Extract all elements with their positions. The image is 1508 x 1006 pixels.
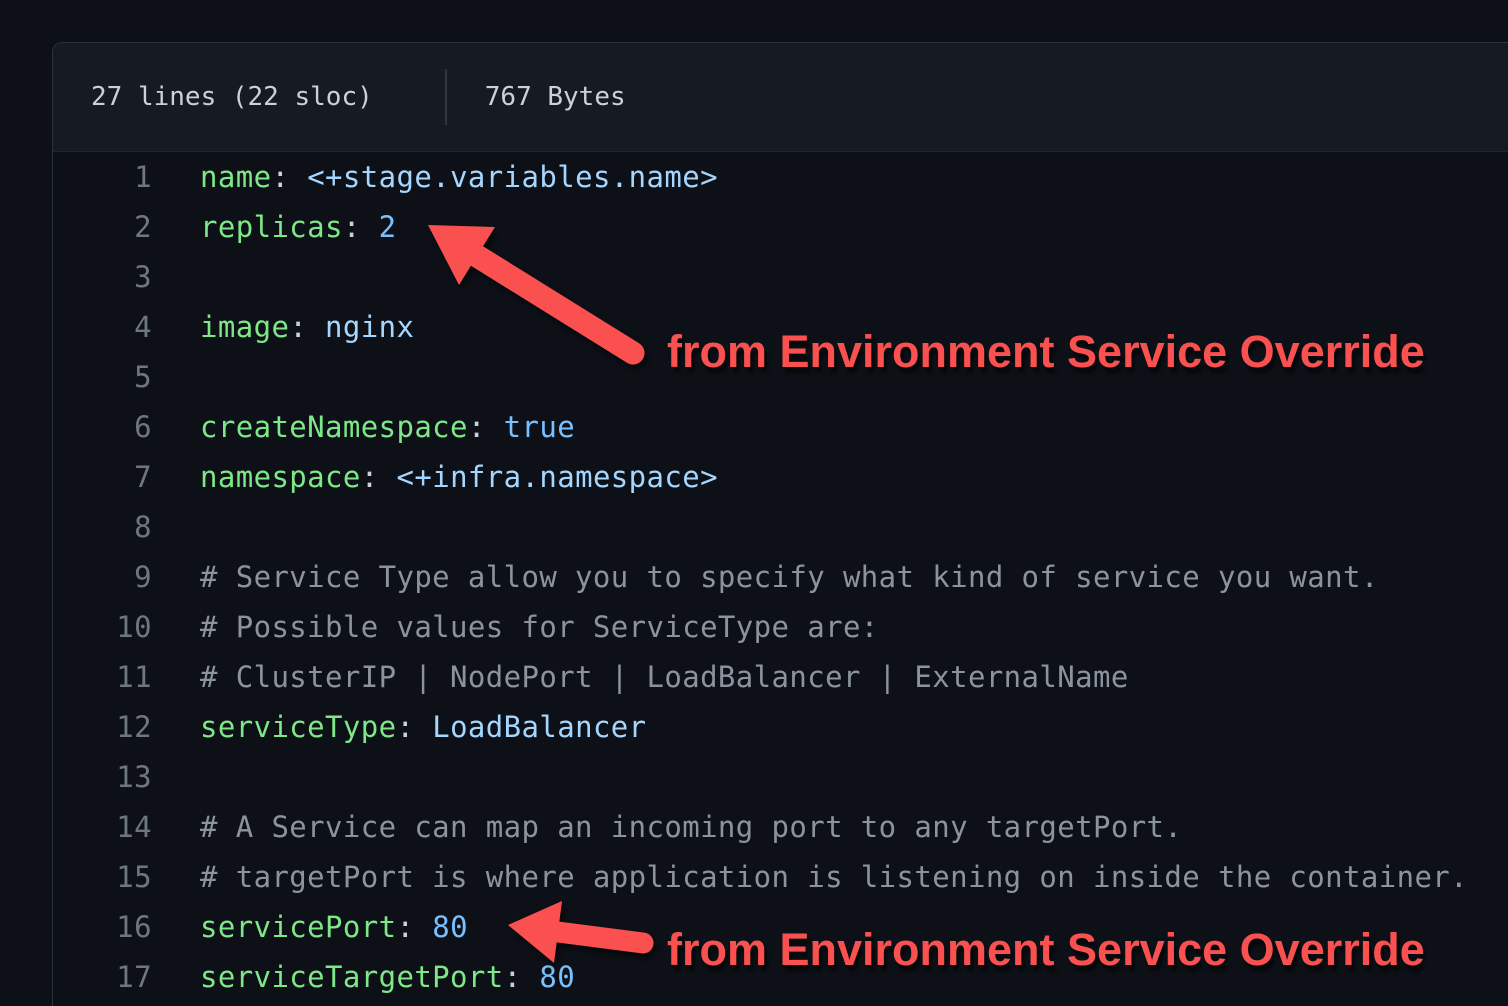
line-number[interactable]: 15 — [53, 860, 152, 894]
line-content: # targetPort is where application is lis… — [152, 860, 1468, 894]
token-const: 80 — [432, 910, 468, 944]
token-str: <+stage.variables.name> — [307, 160, 718, 194]
code-line: 11 # ClusterIP | NodePort | LoadBalancer … — [53, 652, 1508, 702]
token-punc: : — [396, 710, 432, 744]
line-number[interactable]: 1 — [53, 160, 152, 194]
token-punc: : — [396, 910, 432, 944]
line-number[interactable]: 7 — [53, 460, 152, 494]
code-area: 1name: <+stage.variables.name>2replicas:… — [53, 152, 1508, 1002]
token-key: namespace — [200, 460, 361, 494]
code-line: 8 — [53, 502, 1508, 552]
token-key: serviceTargetPort — [200, 960, 504, 994]
code-line: 15 # targetPort is where application is l… — [53, 852, 1508, 902]
token-punc: : — [343, 210, 379, 244]
token-key: servicePort — [200, 910, 396, 944]
github-file-view: 27 lines (22 sloc) 767 Bytes 1name: <+st… — [0, 0, 1508, 1006]
line-content: createNamespace: true — [152, 410, 575, 444]
token-key: serviceType — [200, 710, 396, 744]
line-number[interactable]: 16 — [53, 910, 152, 944]
annotation-text-replicas: from Environment Service Override — [667, 328, 1425, 376]
file-lines-info: 27 lines (22 sloc) — [91, 82, 373, 112]
line-content: serviceTargetPort: 80 — [152, 960, 575, 994]
code-line: 13 — [53, 752, 1508, 802]
code-line: 1name: <+stage.variables.name> — [53, 152, 1508, 202]
line-number[interactable]: 6 — [53, 410, 152, 444]
code-line: 12serviceType: LoadBalancer — [53, 702, 1508, 752]
code-line: 3 — [53, 252, 1508, 302]
line-content: namespace: <+infra.namespace> — [152, 460, 718, 494]
line-number[interactable]: 8 — [53, 510, 152, 544]
token-comment: # targetPort is where application is lis… — [200, 860, 1468, 894]
code-line: 6createNamespace: true — [53, 402, 1508, 452]
token-str: LoadBalancer — [432, 710, 646, 744]
file-size-info: 767 Bytes — [485, 82, 626, 112]
token-punc: : — [468, 410, 504, 444]
file-header: 27 lines (22 sloc) 767 Bytes — [53, 43, 1508, 152]
line-number[interactable]: 9 — [53, 560, 152, 594]
token-comment: # A Service can map an incoming port to … — [200, 810, 1182, 844]
line-content: # ClusterIP | NodePort | LoadBalancer | … — [152, 660, 1129, 694]
token-comment: # ClusterIP | NodePort | LoadBalancer | … — [200, 660, 1129, 694]
annotation-text-serviceport: from Environment Service Override — [667, 926, 1425, 974]
header-divider — [445, 69, 447, 125]
line-number[interactable]: 12 — [53, 710, 152, 744]
token-str: <+infra.namespace> — [396, 460, 717, 494]
token-comment: # Service Type allow you to specify what… — [200, 560, 1379, 594]
token-const: 80 — [539, 960, 575, 994]
file-box: 27 lines (22 sloc) 767 Bytes 1name: <+st… — [52, 42, 1508, 1006]
line-content: # Possible values for ServiceType are: — [152, 610, 879, 644]
line-content: image: nginx — [152, 310, 414, 344]
line-content: # A Service can map an incoming port to … — [152, 810, 1182, 844]
token-const: true — [504, 410, 575, 444]
line-number[interactable]: 4 — [53, 310, 152, 344]
code-line: 9 # Service Type allow you to specify wha… — [53, 552, 1508, 602]
code-line: 2replicas: 2 — [53, 202, 1508, 252]
token-punc: : — [271, 160, 307, 194]
line-number[interactable]: 13 — [53, 760, 152, 794]
token-key: replicas — [200, 210, 343, 244]
token-key: image — [200, 310, 289, 344]
line-number[interactable]: 5 — [53, 360, 152, 394]
line-number[interactable]: 11 — [53, 660, 152, 694]
code-line: 10 # Possible values for ServiceType are: — [53, 602, 1508, 652]
line-number[interactable]: 14 — [53, 810, 152, 844]
line-number[interactable]: 2 — [53, 210, 152, 244]
token-punc: : — [289, 310, 325, 344]
token-comment: # Possible values for ServiceType are: — [200, 610, 879, 644]
line-content: replicas: 2 — [152, 210, 397, 244]
line-number[interactable]: 17 — [53, 960, 152, 994]
token-const: 2 — [379, 210, 397, 244]
line-content: name: <+stage.variables.name> — [152, 160, 718, 194]
token-key: createNamespace — [200, 410, 468, 444]
line-content: # Service Type allow you to specify what… — [152, 560, 1379, 594]
token-str: nginx — [325, 310, 414, 344]
token-key: name — [200, 160, 271, 194]
token-punc: : — [504, 960, 540, 994]
line-content: servicePort: 80 — [152, 910, 468, 944]
code-line: 14 # A Service can map an incoming port t… — [53, 802, 1508, 852]
code-line: 7namespace: <+infra.namespace> — [53, 452, 1508, 502]
line-number[interactable]: 3 — [53, 260, 152, 294]
line-number[interactable]: 10 — [53, 610, 152, 644]
token-punc: : — [361, 460, 397, 494]
line-content: serviceType: LoadBalancer — [152, 710, 647, 744]
